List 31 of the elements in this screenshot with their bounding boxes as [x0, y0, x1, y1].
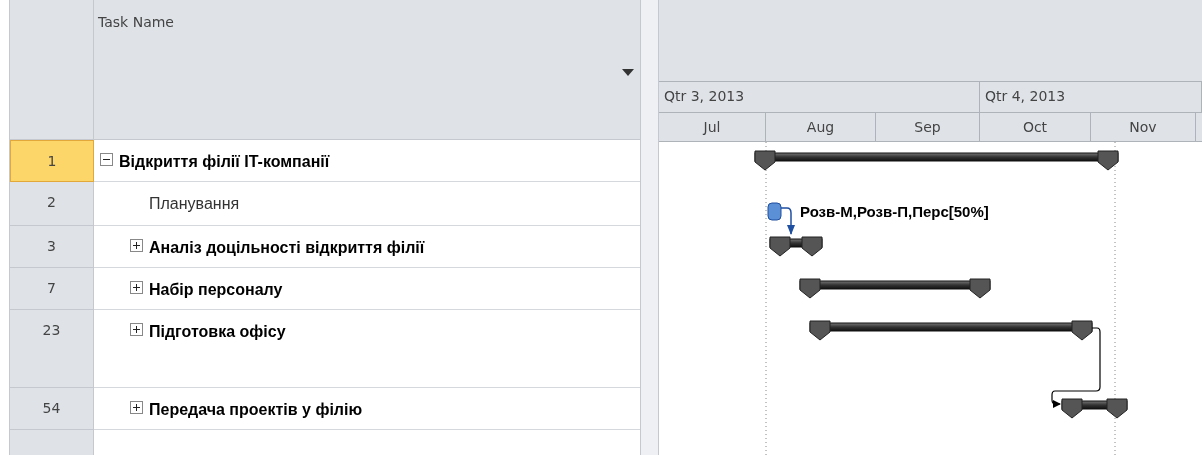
- expand-icon[interactable]: [130, 239, 143, 252]
- resource-icon: [767, 202, 782, 221]
- quarter-label: Qtr 4, 2013: [980, 82, 1202, 112]
- task-name: Передача проектів у філію: [149, 400, 363, 420]
- month-label: Aug: [766, 113, 876, 141]
- summary-bar: [1061, 398, 1128, 419]
- row-number[interactable]: 3: [10, 226, 94, 268]
- collapse-icon[interactable]: [100, 153, 113, 166]
- row-number[interactable]: 1: [10, 140, 94, 182]
- expand-icon[interactable]: [130, 281, 143, 294]
- resource-label: Розв-М,Розв-П,Перс[50%]: [800, 203, 989, 220]
- dependency-arrow: [780, 207, 795, 235]
- column-header: Task Name: [98, 13, 174, 32]
- month-label: Oct: [980, 113, 1091, 141]
- row-number[interactable]: 54: [10, 388, 94, 430]
- row-number[interactable]: 2: [10, 182, 94, 226]
- month-label: Sep: [876, 113, 980, 141]
- row-number[interactable]: 7: [10, 268, 94, 310]
- expand-icon[interactable]: [130, 323, 143, 336]
- summary-bar: [769, 236, 823, 257]
- task-name: Підготовка офісу: [149, 322, 286, 342]
- task-name: Аналіз доцільності відкриття філії: [149, 238, 425, 258]
- month-label: Jul: [659, 113, 766, 141]
- expand-icon[interactable]: [130, 401, 143, 414]
- quarter-label: Qtr 3, 2013: [659, 82, 980, 112]
- dropdown-icon[interactable]: [622, 69, 634, 76]
- task-name: Відкриття філії IT-компанії: [119, 152, 330, 172]
- month-label: Nov: [1091, 113, 1196, 141]
- task-name: Набір персоналу: [149, 280, 283, 300]
- task-name: Планування: [149, 194, 240, 214]
- row-number[interactable]: 23: [10, 310, 94, 388]
